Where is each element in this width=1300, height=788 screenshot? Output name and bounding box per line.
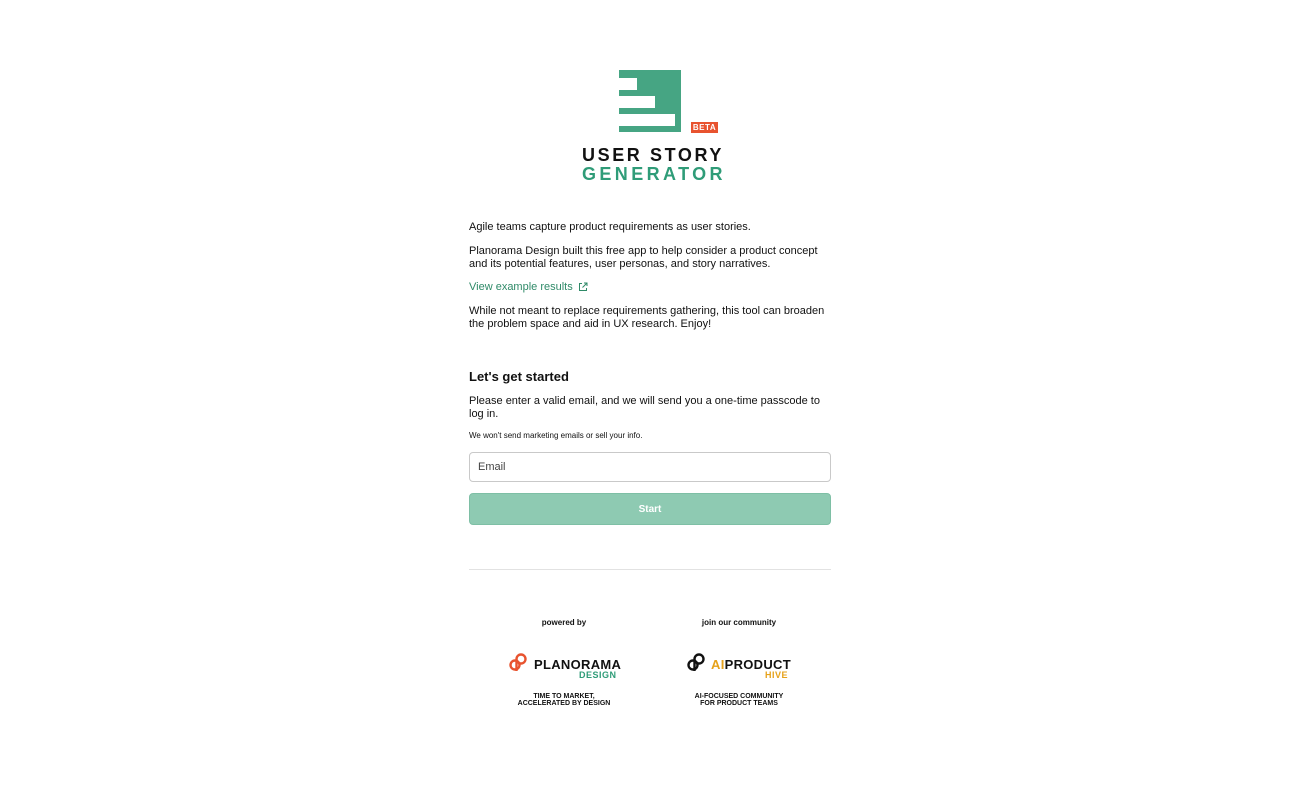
start-button[interactable]: Start — [469, 493, 831, 525]
intro-paragraph-1: Agile teams capture product requirements… — [469, 221, 751, 233]
external-link-icon — [578, 282, 588, 291]
planorama-mark-icon — [509, 653, 527, 671]
beta-badge: BETA — [691, 122, 718, 133]
logo-title-line1: USER STORY — [582, 145, 725, 165]
view-example-results-link[interactable]: View example results — [469, 281, 588, 293]
logo-bar — [619, 78, 637, 90]
tagline-line: TIME TO MARKET, — [533, 693, 595, 700]
intro-paragraph-2: Planorama Design built this free app to … — [469, 245, 818, 270]
ai-product-hive-mark-icon — [687, 653, 705, 671]
logo-bar — [619, 96, 655, 108]
tagline-line: AI-FOCUSED COMMUNITY — [694, 693, 784, 700]
ai-product-hive-logo[interactable]: AIPRODUCT HIVE — [659, 647, 819, 687]
community-section: join our community AIPRODUCT HIVE AI-FOC… — [659, 618, 819, 707]
email-input[interactable] — [469, 452, 831, 482]
link-label: View example results — [469, 281, 573, 293]
planorama-tagline: TIME TO MARKET, ACCELERATED BY DESIGN — [484, 693, 644, 707]
signup-instructions: Please enter a valid email, and we will … — [469, 395, 820, 420]
ai-product-hive-brand-sub: HIVE — [765, 670, 789, 680]
planorama-brand-sub: DESIGN — [579, 670, 617, 680]
app-logo: BETA USER STORY GENERATOR — [582, 70, 726, 185]
logo-title-line2: GENERATOR — [582, 164, 726, 184]
community-label: join our community — [701, 618, 777, 627]
privacy-note: We won't send marketing emails or sell y… — [469, 431, 643, 440]
logo-bar — [619, 114, 675, 126]
intro-paragraph-3: While not meant to replace requirements … — [469, 305, 825, 330]
community-tagline: AI-FOCUSED COMMUNITY FOR PRODUCT TEAMS — [659, 693, 819, 707]
powered-by-label: powered by — [541, 618, 587, 627]
tagline-line: FOR PRODUCT TEAMS — [700, 700, 778, 707]
planorama-design-logo[interactable]: PLANORAMA DESIGN — [484, 647, 644, 687]
powered-by-section: powered by PLANORAMA DESIGN TIME TO MARK… — [484, 618, 644, 707]
tagline-line: ACCELERATED BY DESIGN — [517, 700, 611, 707]
brand-name-prefix: AI — [711, 657, 725, 672]
signup-heading: Let's get started — [469, 369, 569, 384]
divider — [469, 569, 831, 570]
